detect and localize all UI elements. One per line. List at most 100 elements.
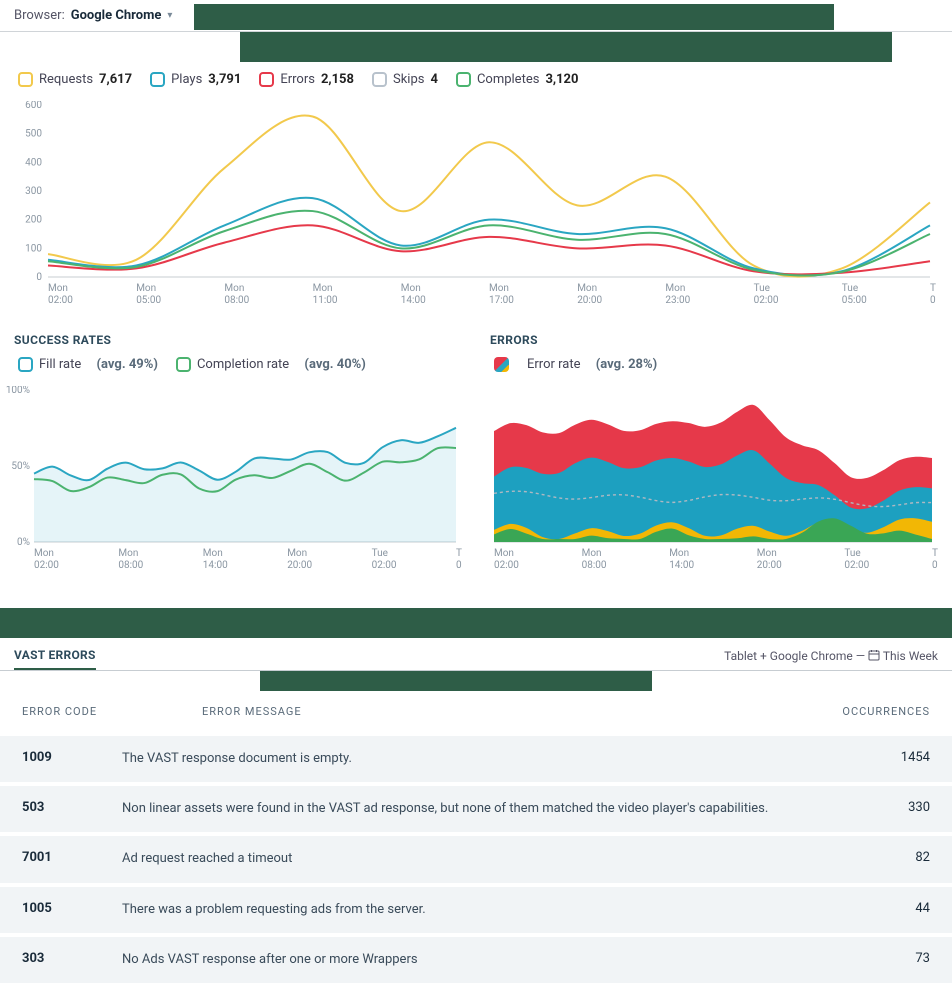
svg-text:Mon: Mon <box>136 283 156 294</box>
svg-text:600: 600 <box>25 101 42 111</box>
svg-text:0%: 0% <box>17 537 30 548</box>
filter-bar: Browser: Google Chrome ▾ OS: Any ▾ Devic… <box>0 0 952 32</box>
table-row[interactable]: 1009The VAST response document is empty.… <box>0 732 952 782</box>
svg-text:14:00: 14:00 <box>203 560 228 571</box>
legend-success: Fill rate (avg. 49%) Completion rate (avg… <box>0 353 476 382</box>
legend-label: Errors <box>280 72 315 87</box>
svg-text:Mon: Mon <box>577 283 597 294</box>
legend-chip[interactable] <box>18 357 33 372</box>
main-chart: 0100200300400500600Mon02:00Mon05:00Mon08… <box>0 97 952 323</box>
legend-avg: (avg. 49%) <box>97 357 158 372</box>
svg-text:Mon: Mon <box>203 548 223 559</box>
cell-occurrences: 1454 <box>850 750 930 768</box>
svg-text:02:00: 02:00 <box>48 295 73 306</box>
svg-text:Mon: Mon <box>401 283 421 294</box>
legend-chip[interactable] <box>176 357 191 372</box>
chevron-down-icon[interactable]: ▾ <box>167 10 172 21</box>
cell-occurrences: 44 <box>850 901 930 919</box>
vast-errors-panel: VAST ERRORS Tablet + Google Chrome — Thi… <box>0 638 952 983</box>
browser-label: Browser: <box>14 8 65 23</box>
svg-text:Tue: Tue <box>456 548 462 559</box>
svg-text:200: 200 <box>25 215 42 226</box>
svg-text:Tue: Tue <box>932 548 938 559</box>
svg-text:08:00: 08:00 <box>582 560 607 571</box>
legend-chip[interactable] <box>18 72 33 87</box>
svg-text:11:00: 11:00 <box>313 295 338 306</box>
table-row[interactable]: 503Non linear assets were found in the V… <box>0 782 952 832</box>
cell-occurrences: 73 <box>850 951 930 969</box>
legend-chip[interactable] <box>456 72 471 87</box>
svg-text:08:00: 08:00 <box>930 295 936 306</box>
legend-value: 2,158 <box>321 72 354 87</box>
svg-text:400: 400 <box>25 157 42 168</box>
error-rate-avg: (avg. 28%) <box>596 357 657 372</box>
svg-text:Mon: Mon <box>287 548 307 559</box>
table-row[interactable]: 7001Ad request reached a timeout82 <box>0 832 952 882</box>
legend-value: 3,120 <box>545 72 578 87</box>
vast-context: Tablet + Google Chrome — This Week <box>724 649 938 670</box>
rainbow-icon <box>494 357 509 372</box>
svg-text:05:00: 05:00 <box>136 295 161 306</box>
success-chart: 0%50%100%Mon02:00Mon08:00Mon14:00Mon20:0… <box>0 382 476 588</box>
svg-text:Mon: Mon <box>494 548 514 559</box>
legend-label: Plays <box>171 72 202 87</box>
svg-text:0: 0 <box>36 272 42 283</box>
cell-code: 1009 <box>22 750 122 768</box>
cell-message: No Ads VAST response after one or more W… <box>122 951 850 969</box>
svg-text:02:00: 02:00 <box>494 560 519 571</box>
cell-code: 7001 <box>22 850 122 868</box>
svg-text:Mon: Mon <box>118 548 138 559</box>
cell-message: The VAST response document is empty. <box>122 750 850 768</box>
col-occurrences[interactable]: OCCURRENCES <box>790 705 930 718</box>
legend-chip[interactable] <box>259 72 274 87</box>
col-error-message[interactable]: ERROR MESSAGE <box>202 705 790 718</box>
legend-errors: Error rate (avg. 28%) <box>476 353 952 382</box>
svg-text:14:00: 14:00 <box>401 295 426 306</box>
svg-text:08:00: 08:00 <box>118 560 143 571</box>
errors-title: ERRORS <box>490 333 938 347</box>
browser-value[interactable]: Google Chrome <box>71 8 162 23</box>
svg-text:500: 500 <box>25 129 42 140</box>
svg-text:20:00: 20:00 <box>287 560 312 571</box>
svg-text:20:00: 20:00 <box>757 560 782 571</box>
table-row[interactable]: 1005There was a problem requesting ads f… <box>0 883 952 933</box>
svg-text:02:00: 02:00 <box>372 560 397 571</box>
svg-text:300: 300 <box>25 186 42 197</box>
col-error-code[interactable]: ERROR CODE <box>22 705 202 718</box>
svg-text:Mon: Mon <box>48 283 68 294</box>
svg-text:02:00: 02:00 <box>844 560 869 571</box>
legend-chip[interactable] <box>372 72 387 87</box>
cell-occurrences: 330 <box>850 800 930 818</box>
legend-value: 7,617 <box>99 72 132 87</box>
svg-text:Tue: Tue <box>754 283 770 294</box>
svg-text:23:00: 23:00 <box>665 295 690 306</box>
svg-text:08:00: 08:00 <box>932 560 938 571</box>
legend-chip[interactable] <box>150 72 165 87</box>
svg-text:08:00: 08:00 <box>456 560 462 571</box>
cell-code: 503 <box>22 800 122 818</box>
svg-text:Tue: Tue <box>842 283 858 294</box>
svg-text:100%: 100% <box>6 386 30 396</box>
cell-message: There was a problem requesting ads from … <box>122 901 850 919</box>
svg-text:Mon: Mon <box>757 548 777 559</box>
cell-message: Ad request reached a timeout <box>122 850 850 868</box>
cell-code: 1005 <box>22 901 122 919</box>
svg-text:05:00: 05:00 <box>842 295 867 306</box>
legend-label: Fill rate <box>39 357 81 372</box>
svg-text:100: 100 <box>25 243 42 254</box>
legend-label: Completion rate <box>197 357 289 372</box>
legend-label: Skips <box>393 72 424 87</box>
svg-text:02:00: 02:00 <box>754 295 779 306</box>
svg-text:Mon: Mon <box>224 283 244 294</box>
vast-errors-title: VAST ERRORS <box>14 648 96 670</box>
table-row[interactable]: 303No Ads VAST response after one or mor… <box>0 933 952 983</box>
legend-value: 3,791 <box>208 72 241 87</box>
svg-text:08:00: 08:00 <box>224 295 249 306</box>
errors-chart: Mon02:00Mon08:00Mon14:00Mon20:00Tue02:00… <box>476 382 952 588</box>
svg-text:Mon: Mon <box>665 283 685 294</box>
legend-label: Requests <box>39 72 93 87</box>
calendar-icon[interactable] <box>868 649 880 664</box>
legend-avg: (avg. 40%) <box>304 357 365 372</box>
legend-main: Requests 7,617 Plays 3,791 Errors 2,158 Ski… <box>0 62 952 97</box>
cell-message: Non linear assets were found in the VAST… <box>122 800 850 818</box>
